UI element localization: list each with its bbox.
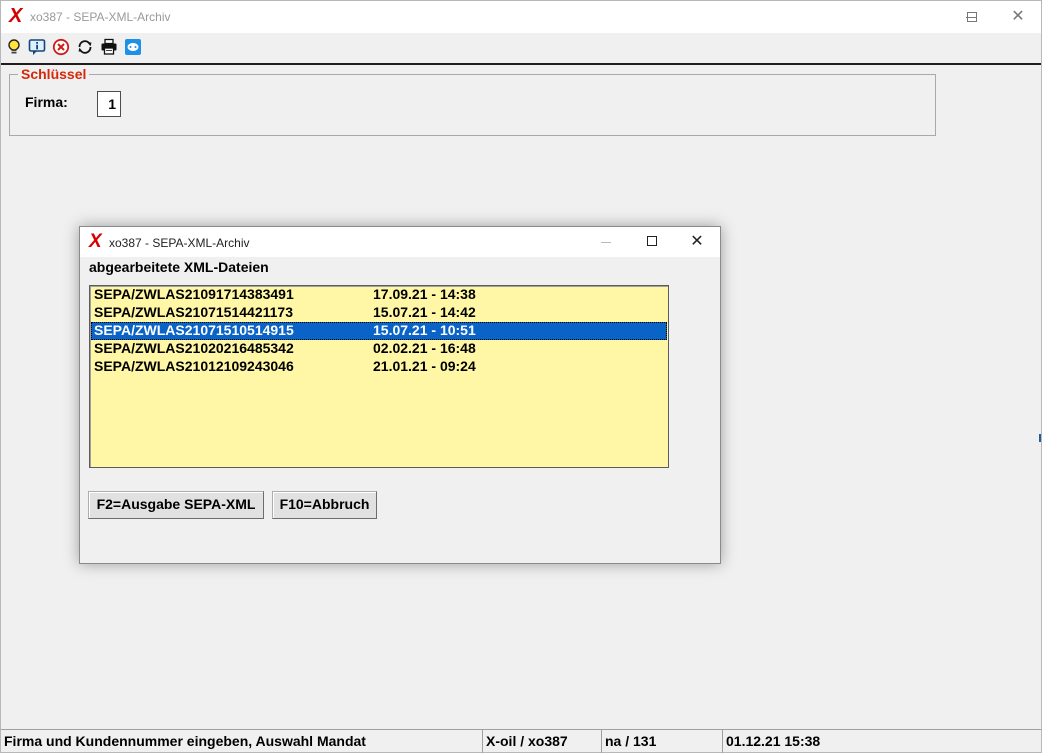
toolbar: [1, 34, 1041, 63]
archive-dialog: X xo387 - SEPA-XML-Archiv ✕ abgearbeitet…: [79, 226, 721, 564]
file-datetime: 02.02.21 - 16:48: [373, 340, 476, 356]
maximize-button[interactable]: [949, 1, 995, 33]
file-name: SEPA/ZWLAS21012109243046: [94, 358, 294, 374]
cancel-icon[interactable]: [52, 38, 70, 56]
dialog-close-button[interactable]: ✕: [674, 227, 720, 257]
status-message: Firma und Kundennummer eingeben, Auswahl…: [1, 729, 482, 753]
file-datetime: 15.07.21 - 10:51: [373, 322, 476, 338]
schluessel-legend: Schlüssel: [18, 66, 90, 82]
dialog-title-bar[interactable]: X xo387 - SEPA-XML-Archiv ✕: [80, 227, 720, 257]
file-name: SEPA/ZWLAS21071510514915: [94, 322, 294, 338]
window-title: xo387 - SEPA-XML-Archiv: [30, 10, 171, 24]
info-icon[interactable]: [28, 38, 46, 56]
title-bar[interactable]: X xo387 - SEPA-XML-Archiv ✕: [1, 1, 1041, 33]
dialog-maximize-button[interactable]: [629, 227, 675, 257]
list-item[interactable]: SEPA/ZWLAS21091714383491 17.09.21 - 14:3…: [91, 286, 667, 304]
list-item[interactable]: SEPA/ZWLAS21012109243046 21.01.21 - 09:2…: [91, 358, 667, 376]
chat-icon[interactable]: [124, 38, 142, 56]
file-name: SEPA/ZWLAS21091714383491: [94, 286, 294, 302]
list-item[interactable]: SEPA/ZWLAS21020216485342 02.02.21 - 16:4…: [91, 340, 667, 358]
close-icon: ✕: [1011, 8, 1025, 25]
scroll-edge-marker: [1039, 434, 1041, 442]
maximize-icon: [647, 236, 657, 246]
file-name: SEPA/ZWLAS21020216485342: [94, 340, 294, 356]
status-datetime: 01.12.21 15:38: [722, 729, 1041, 753]
dialog-title: xo387 - SEPA-XML-Archiv: [109, 236, 250, 250]
schluessel-groupbox: [9, 74, 936, 136]
refresh-icon[interactable]: [76, 38, 94, 56]
status-app: X-oil / xo387: [482, 729, 601, 753]
status-bar: Firma und Kundennummer eingeben, Auswahl…: [1, 729, 1041, 753]
firma-label: Firma:: [25, 94, 68, 110]
maximize-icon: [967, 12, 977, 22]
close-icon: ✕: [690, 233, 704, 250]
xml-file-list[interactable]: SEPA/ZWLAS21091714383491 17.09.21 - 14:3…: [89, 285, 669, 468]
export-sepa-xml-button[interactable]: F2=Ausgabe SEPA-XML: [88, 491, 264, 519]
close-button[interactable]: ✕: [995, 1, 1041, 33]
cancel-button[interactable]: F10=Abbruch: [272, 491, 377, 519]
file-name: SEPA/ZWLAS21071514421173: [94, 304, 293, 320]
list-item-selected[interactable]: SEPA/ZWLAS21071510514915 15.07.21 - 10:5…: [91, 322, 667, 340]
file-datetime: 15.07.21 - 14:42: [373, 304, 476, 320]
dialog-minimize-button[interactable]: [583, 227, 629, 257]
minimize-icon: [601, 242, 611, 243]
list-item[interactable]: SEPA/ZWLAS21071514421173 15.07.21 - 14:4…: [91, 304, 667, 322]
dialog-app-logo-icon: X: [89, 231, 102, 252]
file-datetime: 21.01.21 - 09:24: [373, 358, 476, 374]
app-logo-icon: X: [9, 5, 23, 27]
toolbar-separator: [1, 63, 1041, 65]
file-datetime: 17.09.21 - 14:38: [373, 286, 476, 302]
status-user: na / 131: [601, 729, 722, 753]
list-caption: abgearbeitete XML-Dateien: [89, 259, 269, 275]
firma-input[interactable]: 1: [97, 91, 121, 117]
print-icon[interactable]: [100, 38, 118, 56]
lightbulb-icon[interactable]: [5, 38, 23, 56]
